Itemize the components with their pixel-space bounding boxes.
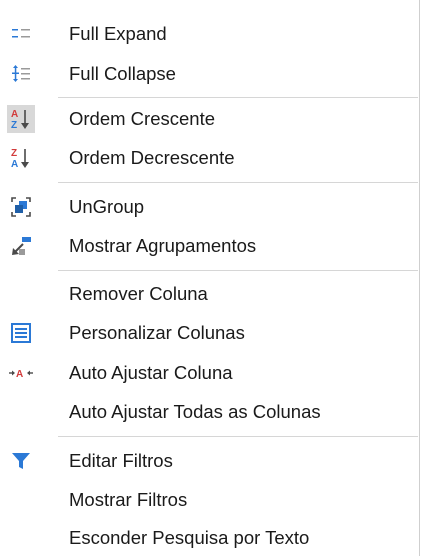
menu-item-sort-ascending[interactable]: A Z Ordem Crescente	[0, 101, 420, 137]
menu-item-sort-descending[interactable]: Z A Ordem Decrescente	[0, 140, 420, 176]
menu-item-label: Esconder Pesquisa por Texto	[69, 527, 310, 548]
menu-item-label: Remover Coluna	[69, 283, 208, 304]
menu-separator	[58, 270, 418, 271]
svg-text:A: A	[11, 109, 18, 120]
group-panel-icon	[7, 232, 35, 260]
svg-text:Z: Z	[11, 148, 17, 159]
menu-item-label: Ordem Crescente	[69, 108, 215, 129]
menu-item-ungroup[interactable]: UnGroup	[0, 189, 420, 225]
menu-item-auto-fit-column[interactable]: A Auto Ajustar Coluna	[0, 355, 420, 391]
menu-item-label: UnGroup	[69, 196, 145, 217]
svg-text:A: A	[16, 369, 23, 380]
menu-item-label: Ordem Decrescente	[69, 147, 235, 168]
menu-item-label: Editar Filtros	[69, 450, 173, 471]
menu-item-edit-filters[interactable]: Editar Filtros	[0, 443, 420, 479]
full-collapse-icon	[7, 60, 35, 88]
filter-icon	[7, 447, 35, 475]
menu-separator	[58, 97, 418, 98]
menu-item-hide-text-search[interactable]: Esconder Pesquisa por Texto	[0, 520, 420, 556]
svg-text:Z: Z	[11, 120, 17, 131]
sort-ascending-icon: A Z	[7, 105, 35, 133]
svg-text:A: A	[11, 159, 18, 170]
menu-item-customize-columns[interactable]: Personalizar Colunas	[0, 315, 420, 351]
menu-item-full-expand[interactable]: Full Expand	[0, 16, 420, 52]
menu-separator	[58, 182, 418, 183]
menu-item-label: Full Collapse	[69, 63, 176, 84]
menu-item-label: Mostrar Filtros	[69, 489, 188, 510]
menu-item-label: Full Expand	[69, 23, 167, 44]
menu-item-label: Mostrar Agrupamentos	[69, 235, 257, 256]
column-chooser-icon	[7, 319, 35, 347]
menu-separator	[58, 436, 418, 437]
auto-fit-icon: A	[7, 359, 35, 387]
context-menu: Full Expand Full Collapse A Z Ordem Cres…	[0, 0, 420, 556]
menu-item-full-collapse[interactable]: Full Collapse	[0, 56, 420, 92]
full-expand-icon	[7, 20, 35, 48]
menu-item-show-grouping[interactable]: Mostrar Agrupamentos	[0, 228, 420, 264]
menu-item-auto-fit-all-columns[interactable]: Auto Ajustar Todas as Colunas	[0, 394, 420, 430]
ungroup-icon	[7, 193, 35, 221]
sort-descending-icon: Z A	[7, 144, 35, 172]
menu-item-show-filters[interactable]: Mostrar Filtros	[0, 482, 420, 518]
menu-item-label: Auto Ajustar Todas as Colunas	[69, 401, 321, 422]
menu-item-label: Auto Ajustar Coluna	[69, 362, 233, 383]
menu-item-label: Personalizar Colunas	[69, 322, 245, 343]
menu-item-remove-column[interactable]: Remover Coluna	[0, 276, 420, 312]
